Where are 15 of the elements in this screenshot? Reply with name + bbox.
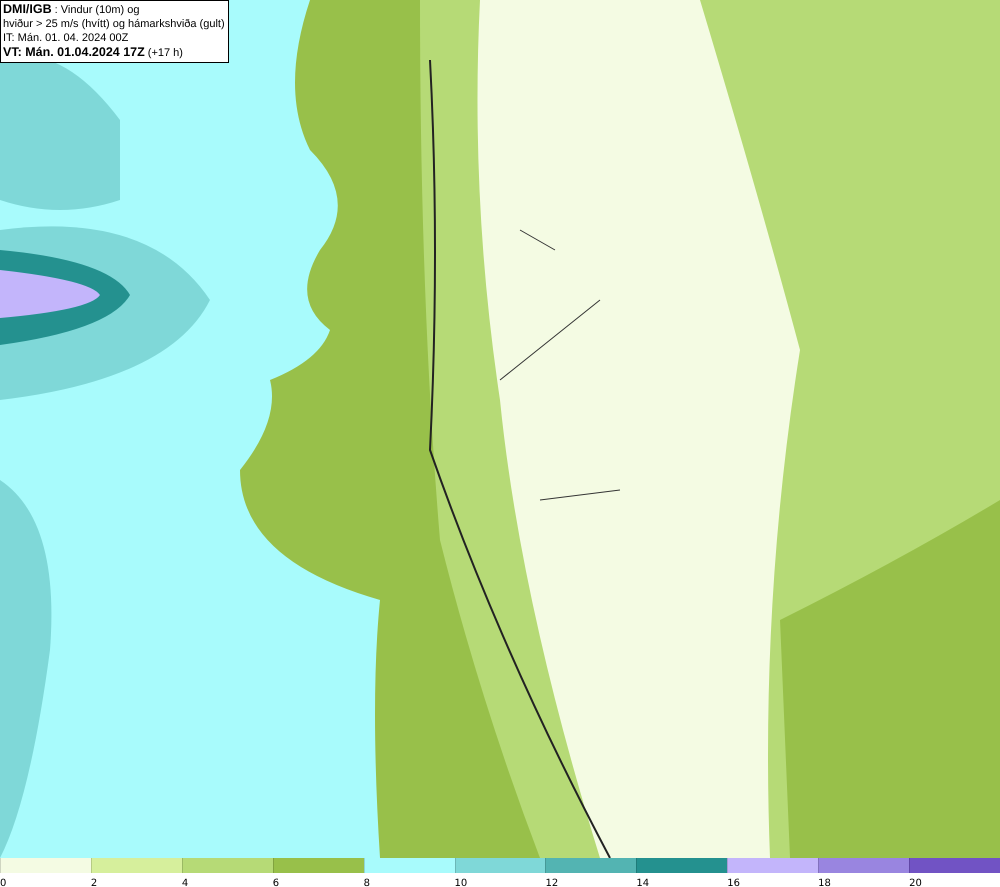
scale-label: 2 — [90, 877, 98, 887]
info-text: hviður > 25 m/s (hvítt) og hámarkshviða (gult) — [3, 17, 225, 31]
scale-label: 12 — [545, 877, 558, 887]
scale-label: 20 — [909, 877, 922, 887]
scale-label: 16 — [727, 877, 740, 887]
scale-label: 4 — [182, 877, 188, 887]
info-text: VT: Mán. 01.04.2024 17Z (+17 h) — [3, 45, 184, 60]
info-text: DMI/IGB : Vindur (10m) og — [3, 2, 140, 17]
scale-label: 10 — [454, 877, 468, 887]
scale-label: 0 — [0, 877, 6, 887]
scale-label: 8 — [364, 877, 370, 887]
scale-label: 6 — [272, 877, 280, 887]
info-text: IT: Mán. 01. 04. 2024 00Z — [3, 31, 130, 45]
scale-label: 14 — [636, 877, 650, 887]
scale-label: 18 — [818, 877, 831, 887]
